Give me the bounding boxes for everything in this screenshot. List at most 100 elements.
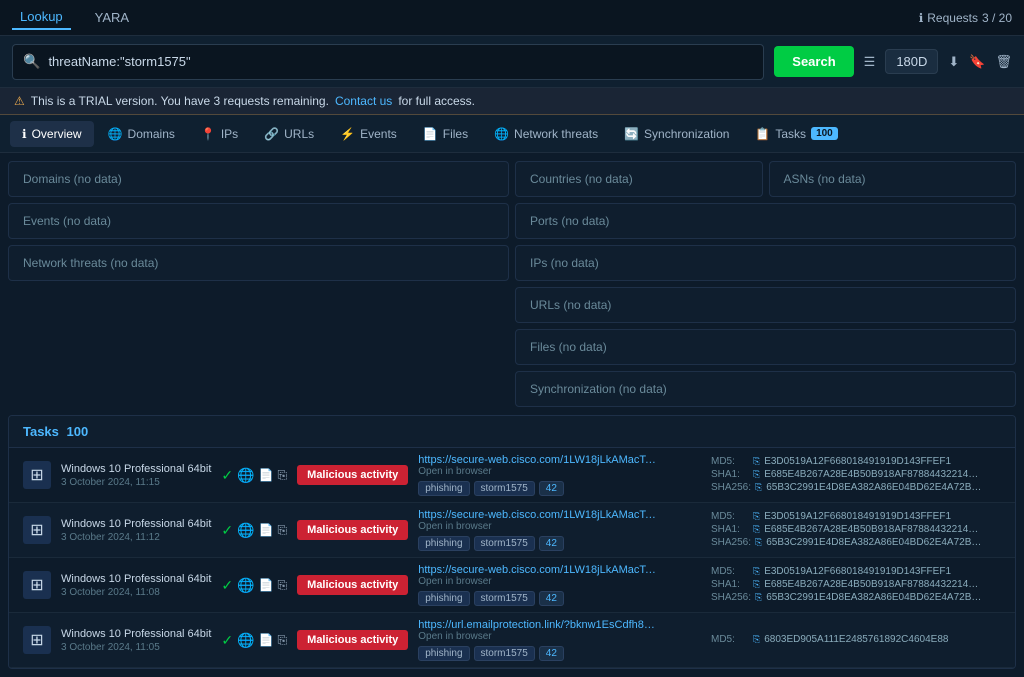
tab-network-label: Network threats	[514, 127, 598, 141]
md5-row: MD5: ⎘ E3D0519A12F668018491919D143FFEF1	[711, 511, 1001, 522]
task-tag[interactable]: phishing	[418, 481, 469, 496]
contact-link[interactable]: Contact us	[335, 94, 392, 108]
sha256-label: SHA256:	[711, 537, 751, 548]
task-info: Windows 10 Professional 64bit 3 October …	[61, 463, 211, 488]
browser-icon: 🌐	[237, 577, 254, 594]
os-icon: ⊞	[23, 461, 51, 489]
requests-label: Requests	[927, 11, 978, 25]
task-tag[interactable]: storm1575	[474, 481, 535, 496]
tab-ips[interactable]: 📍 IPs	[189, 121, 250, 147]
tab-tasks[interactable]: 📋 Tasks 100	[743, 121, 849, 147]
copy2-icon: ⎘	[278, 578, 288, 593]
task-tags: phishing storm1575 42	[418, 536, 701, 551]
md5-label: MD5:	[711, 511, 749, 522]
countries-panel: Countries (no data)	[515, 161, 763, 197]
task-hashes: MD5: ⎘ E3D0519A12F668018491919D143FFEF1 …	[711, 456, 1001, 495]
tab-domains[interactable]: 🌐 Domains	[96, 121, 187, 147]
tab-network[interactable]: 🌐 Network threats	[482, 121, 610, 147]
task-os-name: Windows 10 Professional 64bit	[61, 463, 211, 475]
network-panel: Network threats (no data)	[8, 245, 509, 281]
task-url[interactable]: https://secure-web.cisco.com/1LW18jLkAMa…	[418, 564, 658, 576]
urls-panel: URLs (no data)	[515, 287, 1016, 323]
left-panels: Domains (no data) Events (no data) Netwo…	[8, 161, 509, 407]
md5-copy-icon[interactable]: ⎘	[753, 634, 760, 645]
task-url-sub[interactable]: Open in browser	[418, 521, 701, 532]
task-date: 3 October 2024, 11:12	[61, 532, 211, 543]
nav-yara[interactable]: YARA	[87, 6, 137, 29]
tab-events-label: Events	[360, 127, 397, 141]
task-url[interactable]: https://url.emailprotection.link/?bknw1E…	[418, 619, 658, 631]
tab-urls[interactable]: 🔗 URLs	[252, 121, 326, 147]
sha256-value: 65B3C2991E4D8EA382A86E04BD62E4A72B32E29C…	[766, 482, 986, 493]
domains-panel-label: Domains (no data)	[23, 172, 122, 186]
sha1-copy-icon[interactable]: ⎘	[753, 469, 760, 480]
tab-tasks-label: Tasks	[775, 127, 806, 141]
task-url-sub[interactable]: Open in browser	[418, 576, 701, 587]
task-url-section: https://url.emailprotection.link/?bknw1E…	[418, 619, 701, 661]
task-date: 3 October 2024, 11:08	[61, 587, 211, 598]
task-tag[interactable]: 42	[539, 536, 564, 551]
top-nav: Lookup YARA ℹ Requests 3 / 20	[0, 0, 1024, 36]
md5-copy-icon[interactable]: ⎘	[753, 456, 760, 467]
search-input-wrapper[interactable]: 🔍	[12, 44, 764, 80]
task-tag[interactable]: storm1575	[474, 646, 535, 661]
task-url[interactable]: https://secure-web.cisco.com/1LW18jLkAMa…	[418, 454, 658, 466]
tab-events[interactable]: ⚡ Events	[328, 121, 409, 147]
task-tags: phishing storm1575 42	[418, 591, 701, 606]
warning-icon: ⚠	[14, 94, 25, 108]
sha256-copy-icon[interactable]: ⎘	[755, 592, 762, 603]
browser-icon: 🌐	[237, 467, 254, 484]
tab-overview[interactable]: ℹ Overview	[10, 121, 94, 147]
sha256-copy-icon[interactable]: ⎘	[755, 537, 762, 548]
nav-lookup[interactable]: Lookup	[12, 5, 71, 30]
history-icon[interactable]: ☰	[864, 54, 876, 70]
task-tag[interactable]: storm1575	[474, 536, 535, 551]
md5-value: 6803ED905A111E2485761892C4604E88	[764, 634, 948, 645]
sha1-row: SHA1: ⎘ E685E4B267A28E4B50B918AF87884432…	[711, 579, 1001, 590]
task-tag[interactable]: phishing	[418, 536, 469, 551]
task-status-icons: ✓ 🌐 📄 ⎘	[221, 632, 287, 649]
sha256-copy-icon[interactable]: ⎘	[755, 482, 762, 493]
tab-overview-label: Overview	[32, 127, 82, 141]
task-row: ⊞ Windows 10 Professional 64bit 3 Octobe…	[9, 448, 1015, 503]
search-button[interactable]: Search	[774, 46, 853, 77]
tasks-icon: 📋	[755, 127, 770, 141]
sha1-copy-icon[interactable]: ⎘	[753, 579, 760, 590]
period-badge[interactable]: 180D	[885, 49, 938, 74]
md5-copy-icon[interactable]: ⎘	[753, 511, 760, 522]
sha1-label: SHA1:	[711, 524, 749, 535]
copy2-icon: ⎘	[278, 633, 288, 648]
tab-sync[interactable]: 🔄 Synchronization	[612, 121, 741, 147]
download-icon[interactable]: ⬇	[948, 54, 959, 70]
tab-files[interactable]: 📄 Files	[411, 121, 480, 147]
check-icon: ✓	[221, 522, 233, 539]
search-input[interactable]	[48, 54, 753, 69]
tasks-header: Tasks 100	[9, 416, 1015, 448]
task-tag[interactable]: 42	[539, 646, 564, 661]
check-icon: ✓	[221, 467, 233, 484]
task-url-sub[interactable]: Open in browser	[418, 466, 701, 477]
verdict-badge: Malicious activity	[297, 575, 408, 595]
task-url[interactable]: https://secure-web.cisco.com/1LW18jLkAMa…	[418, 509, 658, 521]
sha256-label: SHA256:	[711, 482, 751, 493]
task-tag[interactable]: 42	[539, 481, 564, 496]
task-url-sub[interactable]: Open in browser	[418, 631, 701, 642]
verdict-badge: Malicious activity	[297, 465, 408, 485]
search-icon: 🔍	[23, 53, 40, 70]
task-tag[interactable]: 42	[539, 591, 564, 606]
md5-copy-icon[interactable]: ⎘	[753, 566, 760, 577]
task-tag[interactable]: storm1575	[474, 591, 535, 606]
task-tag[interactable]: phishing	[418, 646, 469, 661]
sha1-copy-icon[interactable]: ⎘	[753, 524, 760, 535]
sha1-value: E685E4B267A28E4B50B918AF87884432214A8B14	[764, 579, 984, 590]
trash-icon[interactable]: 🗑	[995, 54, 1012, 70]
events-panel-label: Events (no data)	[23, 214, 111, 228]
task-info: Windows 10 Professional 64bit 3 October …	[61, 518, 211, 543]
task-status-icons: ✓ 🌐 📄 ⎘	[221, 467, 287, 484]
bookmark-icon[interactable]: 🔖	[969, 54, 985, 70]
sha256-row: SHA256: ⎘ 65B3C2991E4D8EA382A86E04BD62E4…	[711, 482, 1001, 493]
task-status-icons: ✓ 🌐 📄 ⎘	[221, 522, 287, 539]
copy2-icon: ⎘	[278, 523, 288, 538]
content-area: Domains (no data) Events (no data) Netwo…	[0, 153, 1024, 677]
task-tag[interactable]: phishing	[418, 591, 469, 606]
